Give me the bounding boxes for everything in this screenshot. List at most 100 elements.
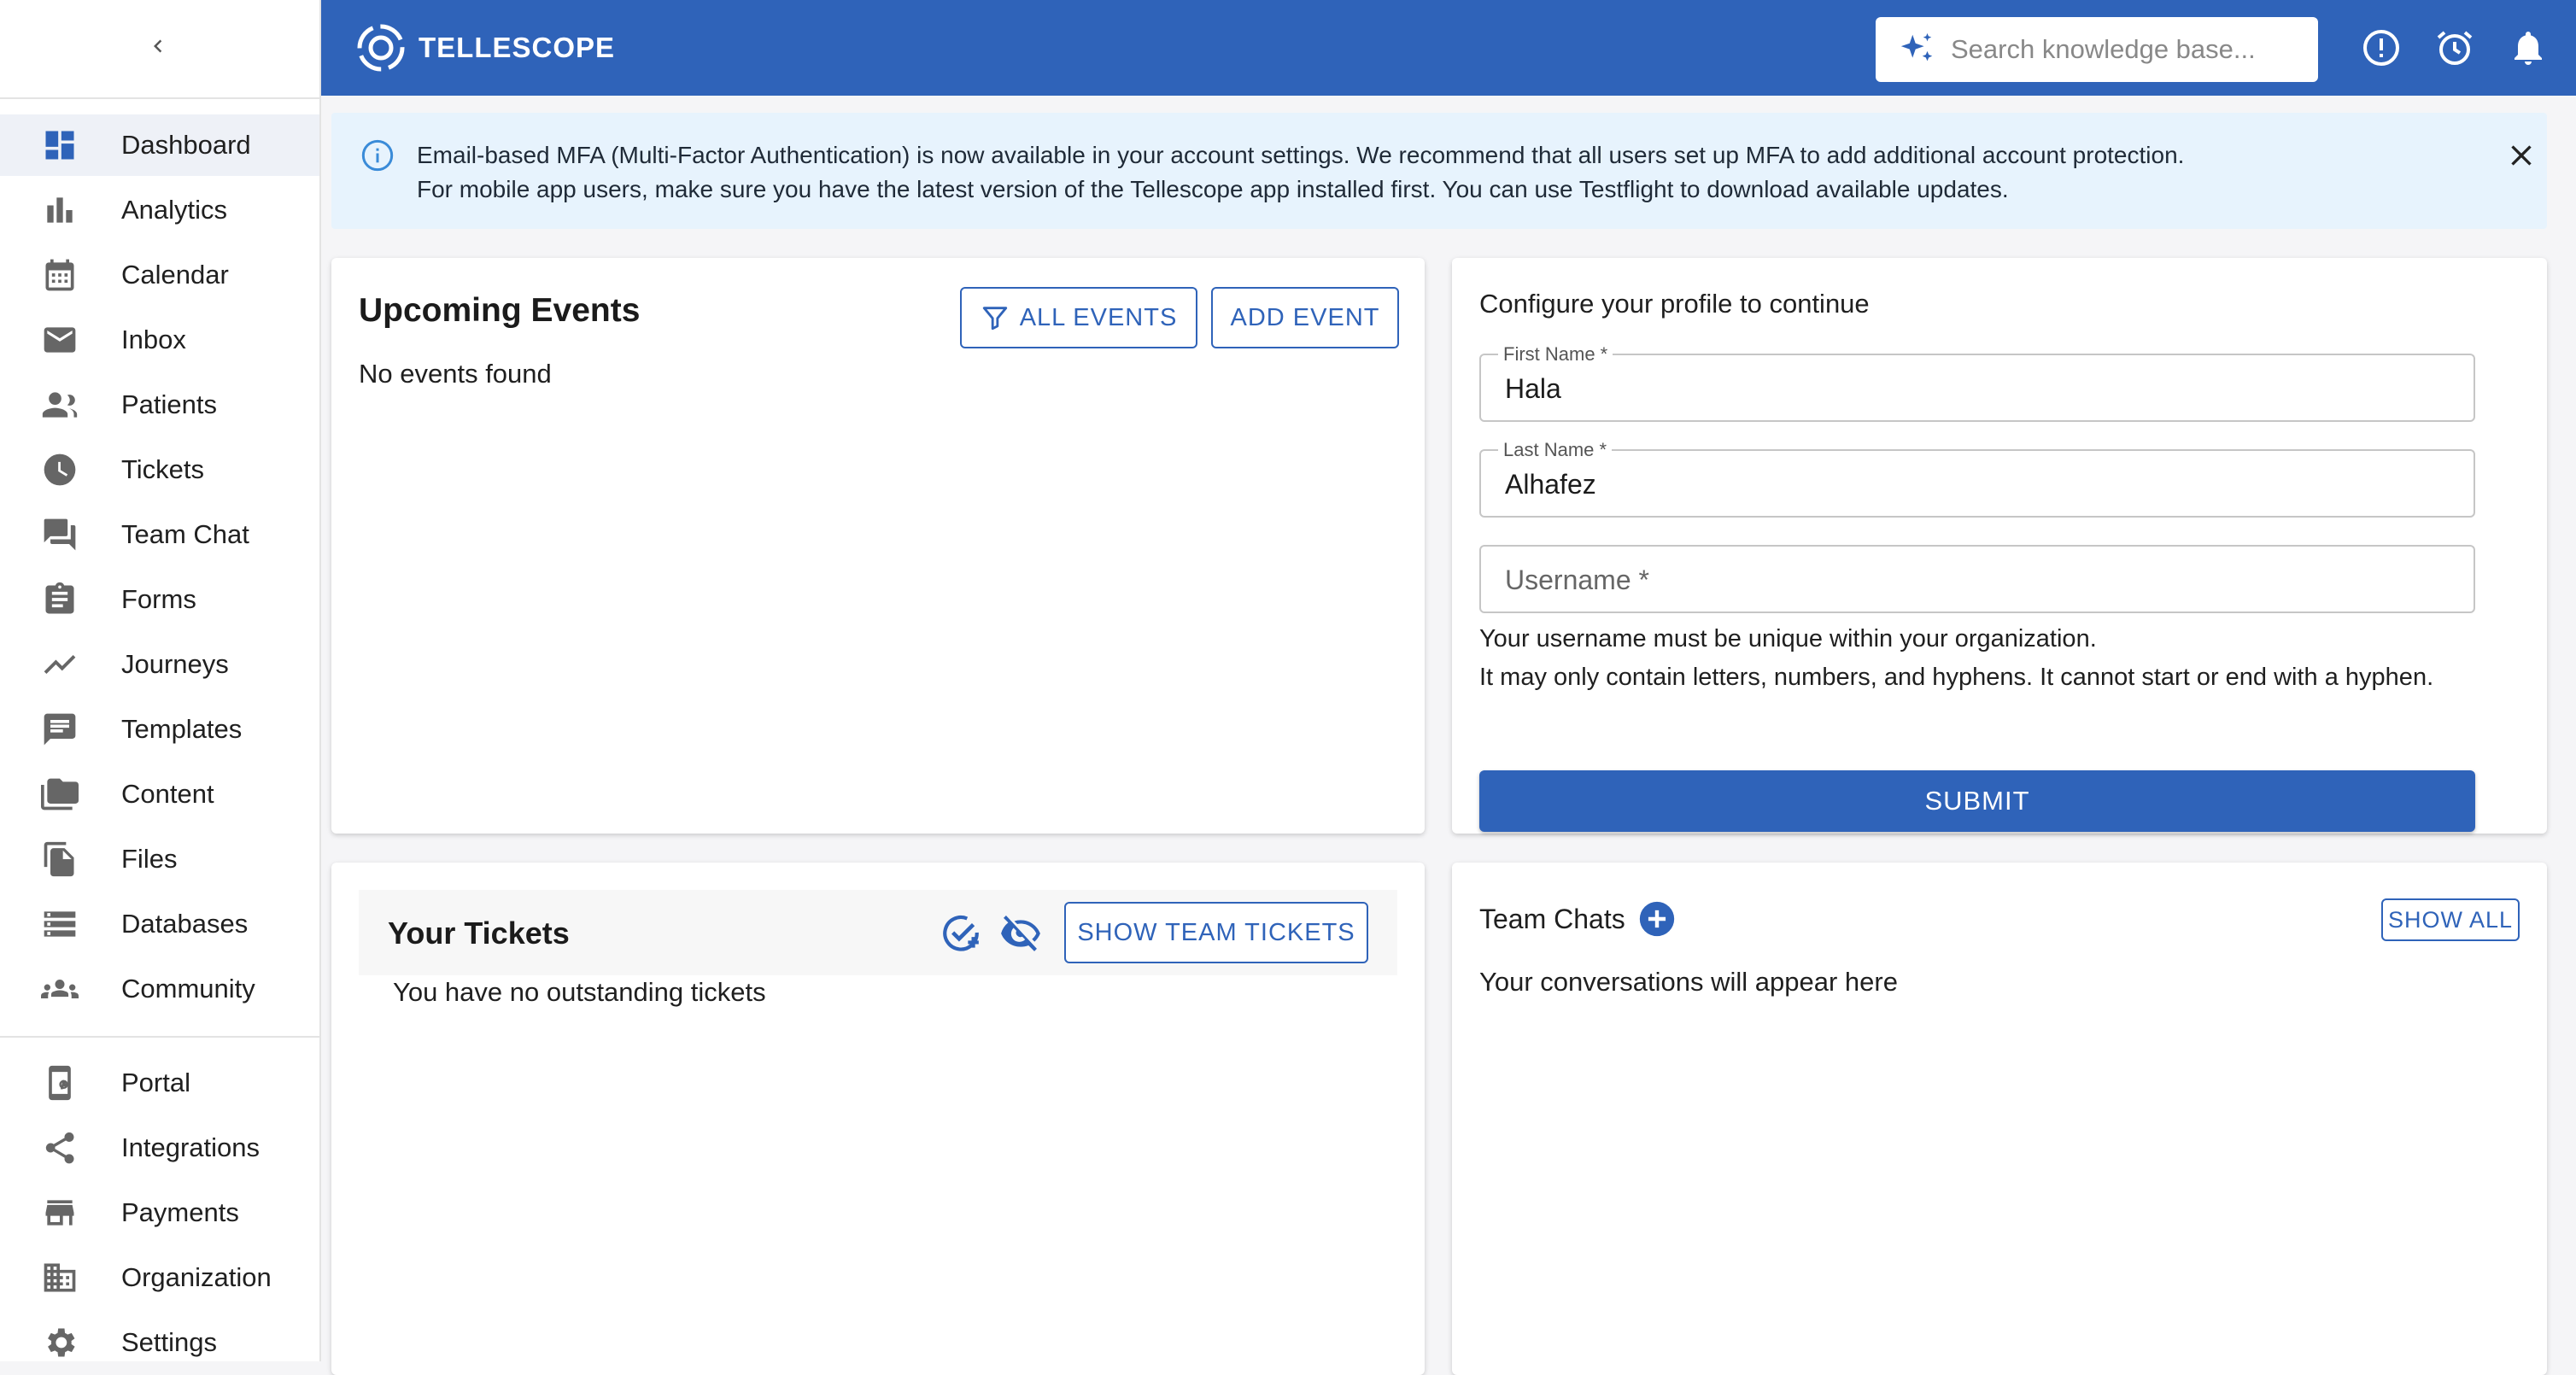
sidebar-item-label: Inbox <box>121 325 186 354</box>
sidebar-item-settings[interactable]: Settings <box>0 1312 319 1373</box>
sidebar-item-forms[interactable]: Forms <box>0 569 319 630</box>
sidebar-item-label: Community <box>121 974 255 1003</box>
sidebar-item-integrations[interactable]: Integrations <box>0 1117 319 1179</box>
your-tickets-card: Your Tickets SHOW TEAM TICKETS You have … <box>331 863 1425 1375</box>
add-event-label: ADD EVENT <box>1230 303 1380 331</box>
sidebar-item-calendar[interactable]: Calendar <box>0 244 319 306</box>
helper-line-2: It may only contain letters, numbers, an… <box>1479 664 2434 691</box>
all-events-label: ALL EVENTS <box>1019 303 1178 331</box>
sidebar-item-files[interactable]: Files <box>0 828 319 890</box>
close-icon[interactable] <box>2504 138 2538 173</box>
upcoming-events-card: Upcoming Events ALL EVENTS ADD EVENT No … <box>331 258 1425 834</box>
configure-profile-card: Configure your profile to continue First… <box>1452 258 2547 834</box>
databases-icon <box>39 904 80 945</box>
sidebar-item-organization[interactable]: Organization <box>0 1247 319 1308</box>
add-chat-icon[interactable] <box>1638 900 1676 938</box>
sidebar-item-label: Patients <box>121 389 218 419</box>
sidebar-item-label: Files <box>121 844 178 874</box>
dashboard-icon <box>39 125 80 166</box>
sidebar-item-templates[interactable]: Templates <box>0 699 319 760</box>
sidebar-item-content[interactable]: Content <box>0 764 319 825</box>
sidebar-item-community[interactable]: Community <box>0 958 319 1020</box>
profile-title: Configure your profile to continue <box>1479 289 1870 319</box>
payments-icon <box>39 1192 80 1233</box>
sidebar-item-portal[interactable]: Portal <box>0 1052 319 1114</box>
show-team-tickets-button[interactable]: SHOW TEAM TICKETS <box>1064 902 1368 963</box>
sidebar-item-databases[interactable]: Databases <box>0 893 319 955</box>
sidebar-item-tickets[interactable]: Tickets <box>0 439 319 500</box>
sidebar-item-payments[interactable]: Payments <box>0 1182 319 1243</box>
sidebar-item-label: Portal <box>121 1068 190 1097</box>
alert-icon[interactable] <box>2361 27 2402 68</box>
sidebar-item-label: Journeys <box>121 649 229 679</box>
sidebar-item-team-chat[interactable]: Team Chat <box>0 504 319 565</box>
last-name-field: Last Name * <box>1479 439 2475 518</box>
sidebar-item-patients[interactable]: Patients <box>0 374 319 436</box>
search-input[interactable] <box>1949 33 2294 66</box>
sparkle-icon <box>1900 32 1933 61</box>
alarm-clock-icon[interactable] <box>2434 27 2475 68</box>
sidebar: Dashboard Analytics Calendar Inbox Patie… <box>0 0 321 1361</box>
sidebar-item-label: Forms <box>121 584 196 614</box>
banner-line-1: Email-based MFA (Multi-Factor Authentica… <box>417 142 2185 168</box>
sidebar-item-label: Integrations <box>121 1132 260 1162</box>
top-bar: TELLESCOPE <box>321 0 2576 96</box>
filter-icon <box>982 307 1007 331</box>
tickets-icon <box>39 449 80 490</box>
submit-button[interactable]: SUBMIT <box>1479 770 2475 832</box>
add-task-icon[interactable] <box>940 912 982 955</box>
show-all-button[interactable]: SHOW ALL <box>2381 898 2520 941</box>
analytics-icon <box>39 190 80 231</box>
community-icon <box>39 968 80 1009</box>
forms-icon <box>39 579 80 620</box>
team-chats-card: Team Chats SHOW ALL Your conversations w… <box>1452 863 2547 1375</box>
tickets-header: Your Tickets SHOW TEAM TICKETS <box>359 890 1397 975</box>
add-event-button[interactable]: ADD EVENT <box>1211 287 1399 348</box>
sidebar-divider <box>0 97 319 99</box>
all-events-button[interactable]: ALL EVENTS <box>960 287 1197 348</box>
inbox-icon <box>39 319 80 360</box>
sidebar-item-dashboard[interactable]: Dashboard <box>0 114 319 176</box>
files-icon <box>39 839 80 880</box>
sidebar-item-analytics[interactable]: Analytics <box>0 179 319 241</box>
first-name-label: First Name * <box>1498 343 1613 366</box>
card-title: Your Tickets <box>388 916 570 951</box>
collapse-sidebar-button[interactable] <box>128 24 188 68</box>
sidebar-item-label: Calendar <box>121 260 229 290</box>
sidebar-item-label: Dashboard <box>121 130 251 160</box>
patients-icon <box>39 384 80 425</box>
team-chat-icon <box>39 514 80 555</box>
info-icon <box>361 139 394 172</box>
sidebar-item-journeys[interactable]: Journeys <box>0 634 319 695</box>
first-name-input[interactable] <box>1503 369 2446 408</box>
sidebar-item-label: Organization <box>121 1262 272 1292</box>
sidebar-divider <box>0 1036 319 1038</box>
portal-icon <box>39 1062 80 1103</box>
app-logo[interactable]: TELLESCOPE <box>355 19 615 77</box>
templates-icon <box>39 709 80 750</box>
username-input[interactable] <box>1503 560 2446 600</box>
team-chats-title: Team Chats <box>1479 904 1625 934</box>
show-all-label: SHOW ALL <box>2387 906 2514 933</box>
search-box[interactable] <box>1876 17 2318 82</box>
show-team-tickets-label: SHOW TEAM TICKETS <box>1077 918 1355 946</box>
last-name-input[interactable] <box>1503 465 2446 504</box>
tickets-empty-message: You have no outstanding tickets <box>393 977 766 1007</box>
notifications-bell-icon[interactable] <box>2508 27 2549 68</box>
sidebar-item-label: Team Chat <box>121 519 249 549</box>
chevron-left-icon <box>154 39 162 53</box>
sidebar-item-inbox[interactable]: Inbox <box>0 309 319 371</box>
last-name-label: Last Name * <box>1498 439 1613 461</box>
visibility-off-icon[interactable] <box>999 912 1042 955</box>
card-title: Upcoming Events <box>359 292 641 329</box>
events-empty-message: No events found <box>359 359 552 389</box>
sidebar-item-label: Templates <box>121 714 243 744</box>
sidebar-item-label: Analytics <box>121 195 228 225</box>
journeys-icon <box>39 644 80 685</box>
sidebar-item-label: Content <box>121 779 214 809</box>
settings-icon <box>39 1322 80 1363</box>
mfa-announcement-banner: Email-based MFA (Multi-Factor Authentica… <box>331 113 2547 229</box>
banner-message: Email-based MFA (Multi-Factor Authentica… <box>417 138 2184 207</box>
sidebar-item-label: Settings <box>121 1327 218 1357</box>
organization-icon <box>39 1257 80 1298</box>
